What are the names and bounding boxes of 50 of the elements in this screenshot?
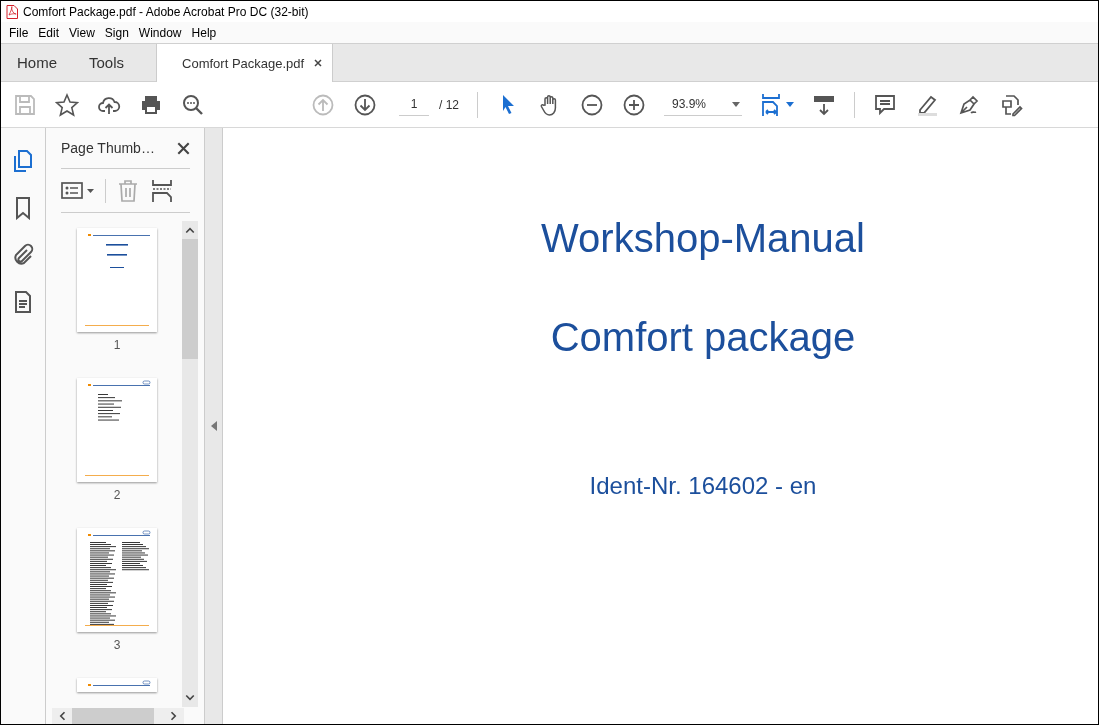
page-thumbnail-drawing[interactable] xyxy=(77,228,157,332)
menu-item[interactable]: Help xyxy=(186,23,222,42)
caret-icon xyxy=(786,102,794,107)
star-icon[interactable] xyxy=(55,92,79,117)
pages-icon[interactable] xyxy=(11,149,35,173)
scrollbar-thumb[interactable] xyxy=(72,708,154,724)
panel-title: Page Thumb… xyxy=(61,140,155,156)
horizontal-scrollbar[interactable] xyxy=(52,708,184,724)
scroll-right-icon[interactable] xyxy=(170,711,178,721)
document-title: Workshop-Manual xyxy=(541,216,865,261)
menu-item[interactable]: View xyxy=(64,23,100,42)
edit-document-icon[interactable] xyxy=(999,92,1023,117)
vertical-scrollbar[interactable] xyxy=(182,221,198,707)
menu-item[interactable]: Edit xyxy=(33,23,65,42)
document-tab[interactable]: Comfort Package.pdf xyxy=(156,44,334,82)
comment-icon[interactable] xyxy=(873,92,897,117)
search-icon[interactable] xyxy=(181,92,205,117)
zoom-out-icon[interactable] xyxy=(580,92,604,117)
options-icon[interactable] xyxy=(61,180,95,201)
pdf-file-icon xyxy=(6,4,18,19)
menu-item[interactable]: Sign xyxy=(99,23,134,42)
collapse-panel-icon[interactable] xyxy=(210,421,217,431)
document-subtitle: Comfort package xyxy=(550,315,856,360)
page-number: 3 xyxy=(113,638,121,652)
scroll-left-icon[interactable] xyxy=(58,711,66,721)
nav-tab[interactable]: Home xyxy=(1,44,73,81)
window-title: Comfort Package.pdf - Adobe Acrobat Pro DC (32-bit) xyxy=(23,4,309,19)
caret-icon xyxy=(732,101,740,107)
page-number: 1 xyxy=(113,338,121,352)
insert-page-icon[interactable] xyxy=(150,178,174,203)
page-number: 2 xyxy=(113,488,121,502)
paperclip-icon[interactable] xyxy=(11,243,35,267)
scroll-up-icon[interactable] xyxy=(185,226,195,234)
arrow-down-circle-icon[interactable] xyxy=(353,92,377,117)
page-count: / 12 xyxy=(439,97,459,112)
zoom-dropdown[interactable]: 93.9% xyxy=(664,93,742,116)
scroll-down-icon[interactable] xyxy=(185,694,195,702)
close-icon[interactable] xyxy=(314,59,323,67)
page-thumbnail-drawing[interactable] xyxy=(77,378,157,482)
menu-item[interactable]: File xyxy=(4,23,34,42)
page-thumbnail-drawing[interactable] xyxy=(77,528,157,632)
nav-tab[interactable]: Tools xyxy=(73,44,141,81)
fit-page-button[interactable] xyxy=(760,92,794,117)
ident-number: Ident-Nr. 164602 - en xyxy=(589,472,817,500)
zoom-in-icon[interactable] xyxy=(622,92,646,117)
menu-item[interactable]: Window xyxy=(133,23,187,42)
close-icon[interactable] xyxy=(177,141,190,155)
page-thumbnail-drawing[interactable] xyxy=(77,678,157,692)
page-number-field[interactable]: 1 xyxy=(399,93,429,116)
scrollbar-thumb[interactable] xyxy=(182,239,198,359)
